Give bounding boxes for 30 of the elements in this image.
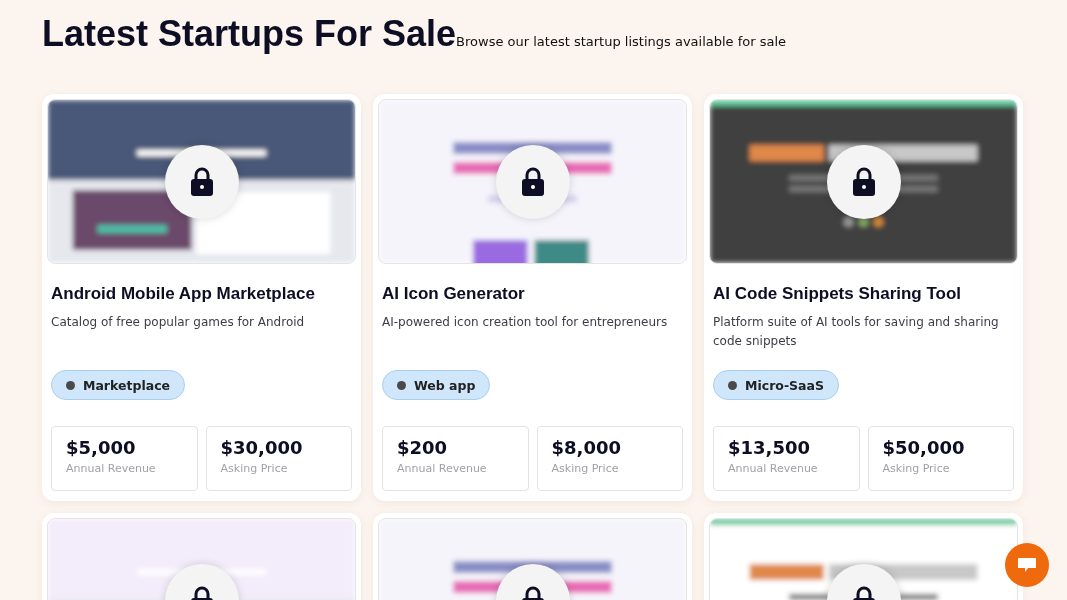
page-subtitle: Browse our latest startup listings available for sale — [456, 34, 787, 49]
stat-value: $200 — [397, 437, 448, 458]
stat-label: Annual Revenue — [397, 462, 487, 475]
listing-card[interactable]: AI Icon Generator AI-powered icon creation tool for entrepreneurs Web app $200 Annual Revenue $8,000 Asking Price — [373, 94, 692, 501]
tag-dot-icon — [728, 380, 737, 390]
listing-description: AI-powered icon creation tool for entrepreneurs — [382, 314, 669, 331]
listing-card[interactable]: Android Mobile App Marketplace Catalog of free popular games for Android Marketplace $5,000 Annual Revenue $30,000 Asking Price — [42, 94, 361, 501]
tag-dot-icon — [397, 380, 406, 390]
listing-title: Android Mobile App Marketplace — [51, 284, 316, 304]
stat-value: $5,000 — [66, 437, 136, 458]
stat-value: $13,500 — [728, 437, 810, 458]
stat-label: Asking Price — [882, 462, 950, 475]
listing-description: Platform suite of AI tools for saving and sharing code snippets — [713, 314, 1000, 350]
stat-label: Annual Revenue — [66, 462, 156, 475]
stat-value: $30,000 — [220, 437, 303, 458]
tag-label: Marketplace — [83, 377, 171, 393]
page-title: Latest Startups For Sale — [42, 12, 457, 56]
tag-dot-icon — [66, 380, 75, 390]
listing-title: AI Icon Generator — [382, 284, 526, 304]
listing-card[interactable]: AI Code Snippets Sharing Tool Platform suite of AI tools for saving and sharing code snippets Micro-SaaS $13,500 Annual Revenue $50,000 Asking Price — [704, 94, 1023, 501]
chat-icon — [1017, 556, 1037, 574]
stat-value: $8,000 — [551, 437, 621, 458]
stat-label: Annual Revenue — [728, 462, 818, 475]
listing-title: AI Code Snippets Sharing Tool — [713, 284, 963, 304]
tag-label: Micro-SaaS — [745, 377, 824, 393]
tag-label: Web app — [414, 377, 476, 393]
stat-value: $50,000 — [882, 437, 965, 458]
stat-label: Asking Price — [220, 462, 288, 475]
listing-description: Catalog of free popular games for Android — [51, 314, 306, 331]
stat-label: Asking Price — [551, 462, 619, 475]
